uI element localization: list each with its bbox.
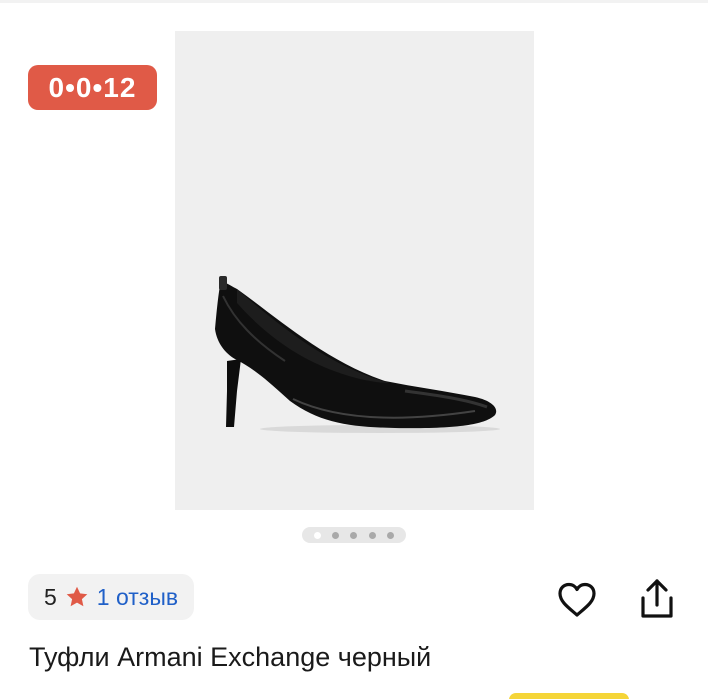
carousel-dot[interactable] <box>387 531 395 539</box>
carousel-dot[interactable] <box>368 531 376 539</box>
product-image[interactable] <box>175 31 534 510</box>
product-title: Туфли Armani Exchange черный <box>29 642 432 672</box>
carousel-dot[interactable] <box>350 531 358 539</box>
carousel-dot[interactable] <box>313 531 321 539</box>
favorite-button[interactable] <box>555 578 599 622</box>
product-page: 0•0•12 5 1 отзыв Туфли Armani Exchange ч… <box>0 0 708 699</box>
star-icon <box>65 585 89 609</box>
partial-yellow-button[interactable] <box>509 693 629 699</box>
rating-value: 5 <box>44 583 57 610</box>
carousel-dot[interactable] <box>332 531 340 539</box>
countdown-timer-text: 0•0•12 <box>48 71 137 103</box>
rating-pill[interactable]: 5 1 отзыв <box>28 574 195 620</box>
share-icon <box>641 579 673 618</box>
reviews-link[interactable]: 1 отзыв <box>97 584 178 611</box>
countdown-timer-badge: 0•0•12 <box>28 65 157 110</box>
share-button[interactable] <box>635 576 679 622</box>
top-divider <box>0 0 708 3</box>
heart-outline-icon <box>558 582 596 617</box>
black-pump-shoe-icon <box>215 276 500 433</box>
carousel-indicator[interactable] <box>302 527 406 543</box>
